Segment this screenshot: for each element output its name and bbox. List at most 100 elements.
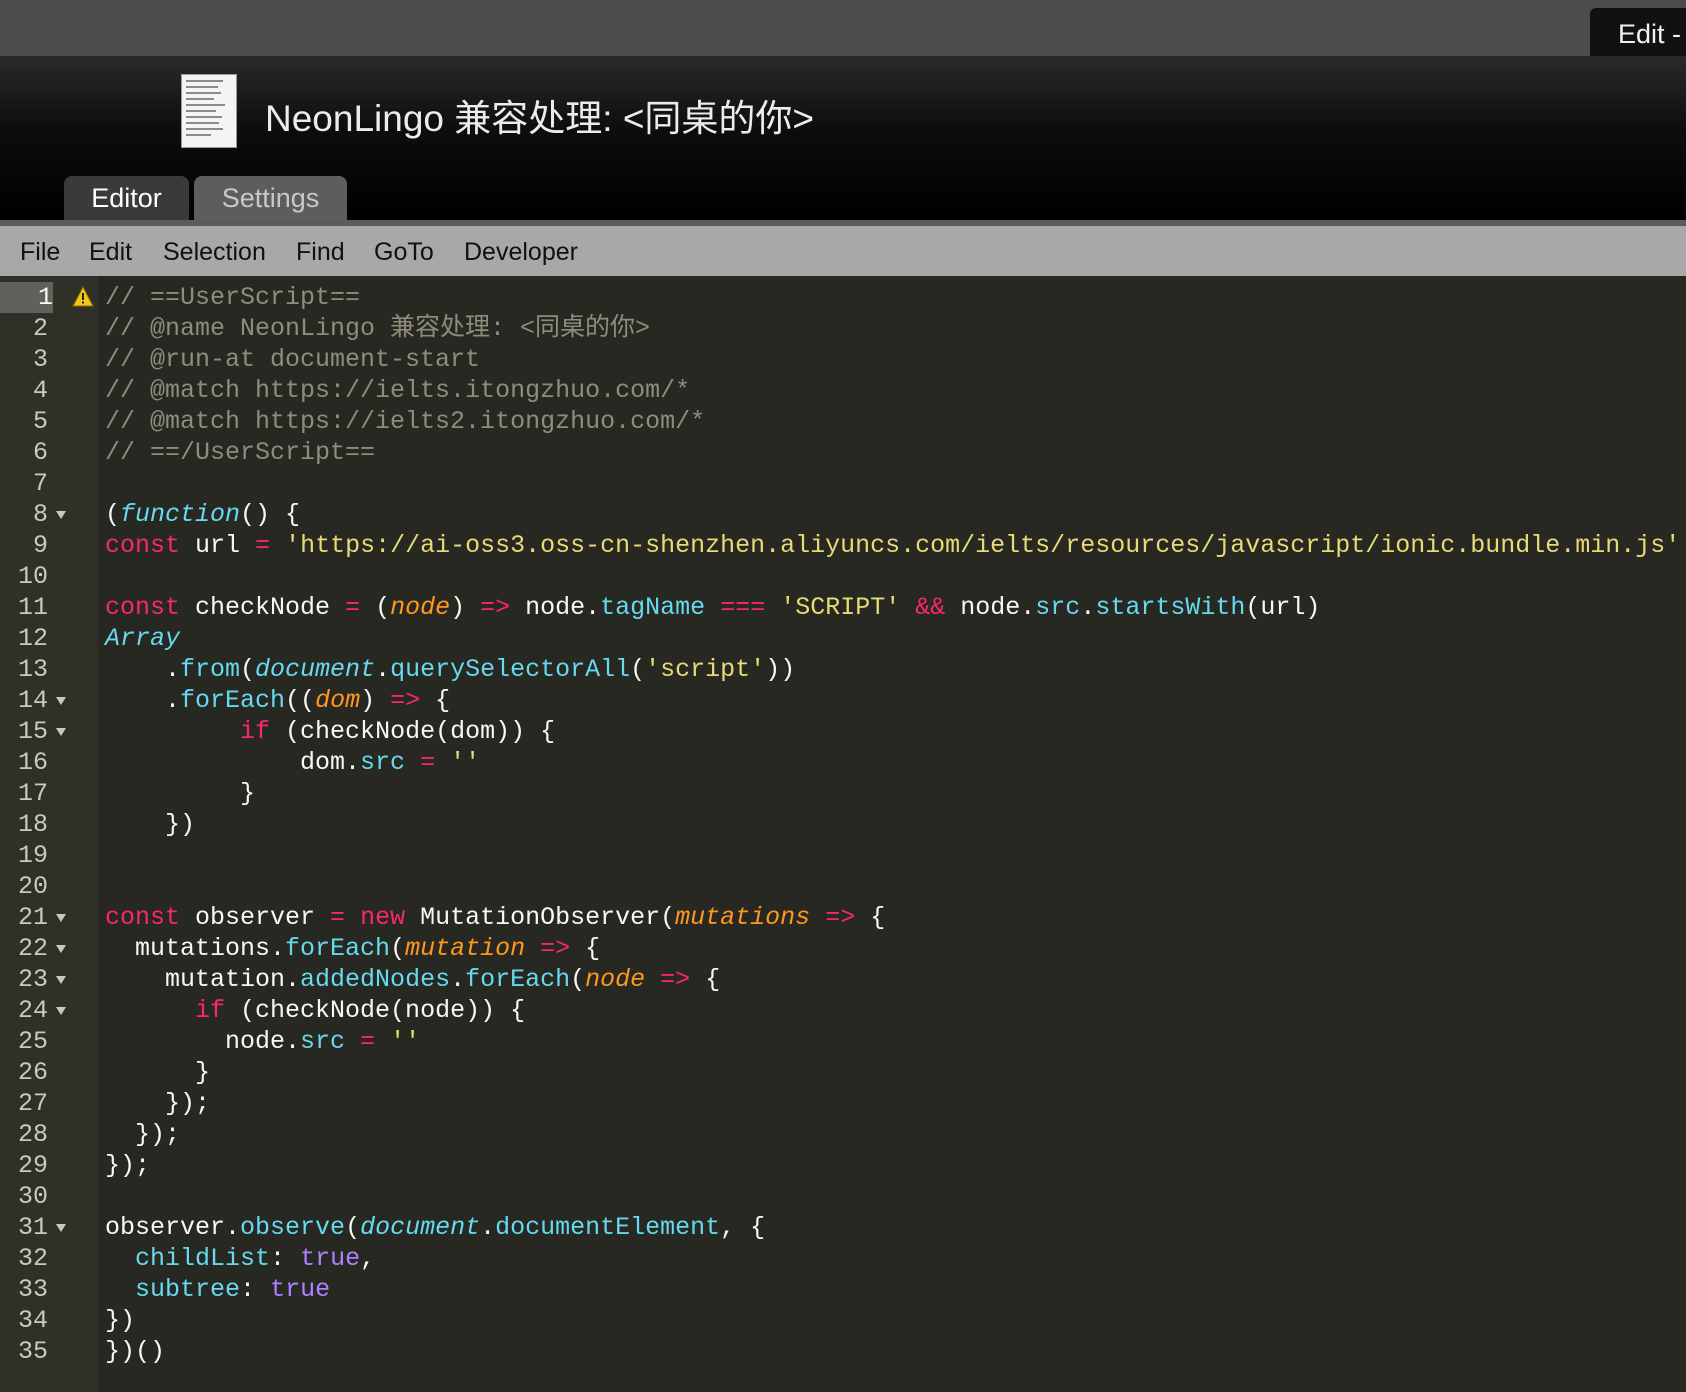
fold-arrow-icon[interactable] (56, 697, 66, 705)
line-number: 8 (32, 500, 48, 529)
code-line[interactable]: 1 // ==UserScript== (0, 282, 1686, 313)
code-line[interactable]: 29}); (0, 1150, 1686, 1181)
line-number: 22 (17, 934, 48, 963)
line-number: 1 (0, 282, 53, 313)
code-line[interactable]: 16 dom.src = '' (0, 747, 1686, 778)
code-line[interactable]: 7 (0, 468, 1686, 499)
code-line[interactable]: 9 const url = 'https://ai-oss3.oss-cn-she… (0, 530, 1686, 561)
line-number: 2 (32, 314, 48, 343)
menu-goto[interactable]: GoTo (374, 226, 434, 276)
code-text: if (checkNode(dom)) { (240, 717, 556, 746)
code-line[interactable]: 13 .from(document.querySelectorAll('scri… (0, 654, 1686, 685)
code-text: }); (105, 1151, 151, 1180)
browser-tab-edit[interactable]: Edit - (1590, 8, 1686, 56)
code-line[interactable]: 18 }) (0, 809, 1686, 840)
code-text: Array (105, 624, 181, 653)
line-number: 35 (17, 1337, 48, 1366)
code-line[interactable]: 15 if (checkNode(dom)) { (0, 716, 1686, 747)
script-title: NeonLingo 兼容处理: <同桌的你> (265, 98, 815, 139)
code-line[interactable]: 5 // @match https://ielts2.itongzhuo.com/… (0, 406, 1686, 437)
code-line[interactable]: 14 .forEach((dom) => { (0, 685, 1686, 716)
code-text: } (105, 779, 256, 808)
line-number: 24 (17, 996, 48, 1025)
code-text: (function() { (105, 500, 301, 529)
code-line[interactable]: 27 }); (0, 1088, 1686, 1119)
code-line[interactable]: 33 subtree: true (0, 1274, 1686, 1305)
code-text: // @match https://ielts2.itongzhuo.com/* (105, 407, 706, 436)
line-number: 20 (17, 872, 48, 901)
line-number: 10 (17, 562, 48, 591)
code-text: observer.observe(document.documentElemen… (105, 1213, 766, 1242)
line-number: 18 (17, 810, 48, 839)
menu-find[interactable]: Find (296, 226, 345, 276)
line-number: 6 (32, 438, 48, 467)
code-line[interactable]: 26 } (0, 1057, 1686, 1088)
code-line[interactable]: 2 // @name NeonLingo 兼容处理: <同桌的你> (0, 313, 1686, 344)
fold-arrow-icon[interactable] (56, 976, 66, 984)
code-text: node.src = '' (105, 1027, 421, 1056)
script-document-icon (181, 74, 237, 148)
code-line[interactable]: 23 mutation.addedNodes.forEach(node => { (0, 964, 1686, 995)
line-number: 34 (17, 1306, 48, 1335)
code-text: .from(document.querySelectorAll('script'… (105, 655, 796, 684)
code-text: // @run-at document-start (105, 345, 481, 374)
code-line[interactable]: 6 // ==/UserScript== (0, 437, 1686, 468)
code-editor[interactable]: 1 // ==UserScript== 2 // @name NeonLingo 兼容… (0, 276, 1686, 1392)
code-line[interactable]: 32 childList: true, (0, 1243, 1686, 1274)
code-text: }); (105, 1120, 181, 1149)
fold-arrow-icon[interactable] (56, 914, 66, 922)
code-line[interactable]: 28 }); (0, 1119, 1686, 1150)
code-line[interactable]: 4 // @match https://ielts.itongzhuo.com/* (0, 375, 1686, 406)
fold-arrow-icon[interactable] (56, 728, 66, 736)
code-text: const checkNode = (node) => node.tagName… (105, 593, 1321, 622)
menu-developer[interactable]: Developer (464, 226, 578, 276)
line-number: 3 (32, 345, 48, 374)
code-text: }); (105, 1089, 211, 1118)
menu-edit[interactable]: Edit (89, 226, 132, 276)
code-line[interactable]: 30 (0, 1181, 1686, 1212)
line-number: 15 (17, 717, 48, 746)
menu-file[interactable]: File (20, 226, 60, 276)
line-number: 11 (17, 593, 48, 622)
code-line[interactable]: 8 (function() { (0, 499, 1686, 530)
line-number: 28 (17, 1120, 48, 1149)
script-header: NeonLingo 兼容处理: <同桌的你> Editor Settings (0, 56, 1686, 220)
menu-selection[interactable]: Selection (163, 226, 266, 276)
code-line[interactable]: 17 } (0, 778, 1686, 809)
code-line[interactable]: 35})() (0, 1336, 1686, 1367)
code-line[interactable]: 34}) (0, 1305, 1686, 1336)
line-number: 31 (17, 1213, 48, 1242)
tab-settings[interactable]: Settings (194, 176, 347, 220)
fold-arrow-icon[interactable] (56, 1007, 66, 1015)
fold-arrow-icon[interactable] (56, 511, 66, 519)
line-number: 4 (32, 376, 48, 405)
line-number: 33 (17, 1275, 48, 1304)
code-line[interactable]: 24 if (checkNode(node)) { (0, 995, 1686, 1026)
line-number: 30 (17, 1182, 48, 1211)
code-line[interactable]: 10 (0, 561, 1686, 592)
line-number: 32 (17, 1244, 48, 1273)
fold-arrow-icon[interactable] (56, 945, 66, 953)
code-line[interactable]: 11 const checkNode = (node) => node.tagNa… (0, 592, 1686, 623)
code-line[interactable]: 31 observer.observe(document.documentElem… (0, 1212, 1686, 1243)
line-number: 19 (17, 841, 48, 870)
line-number: 21 (17, 903, 48, 932)
code-line[interactable]: 22 mutations.forEach(mutation => { (0, 933, 1686, 964)
code-line[interactable]: 3 // @run-at document-start (0, 344, 1686, 375)
code-text: // ==/UserScript== (105, 438, 376, 467)
tab-editor[interactable]: Editor (64, 176, 189, 220)
code-line[interactable]: 21 const observer = new MutationObserver(… (0, 902, 1686, 933)
fold-arrow-icon[interactable] (56, 1224, 66, 1232)
line-number: 16 (17, 748, 48, 777)
warning-icon[interactable] (72, 286, 94, 308)
line-number: 27 (17, 1089, 48, 1118)
code-line[interactable]: 12 Array (0, 623, 1686, 654)
line-number: 29 (17, 1151, 48, 1180)
code-line[interactable]: 19 (0, 840, 1686, 871)
line-number: 25 (17, 1027, 48, 1056)
code-text: } (105, 1058, 211, 1087)
code-text: subtree: true (135, 1275, 331, 1304)
code-line[interactable]: 25 node.src = '' (0, 1026, 1686, 1057)
code-line[interactable]: 20 (0, 871, 1686, 902)
code-text: const url = 'https://ai-oss3.oss-cn-shen… (105, 531, 1681, 560)
